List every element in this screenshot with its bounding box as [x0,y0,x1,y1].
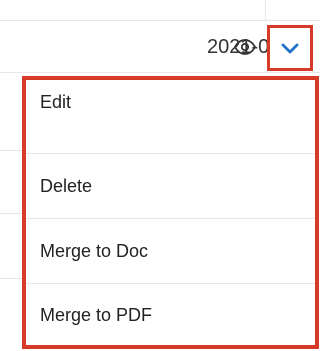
actions-dropdown-button[interactable] [267,25,313,71]
eye-icon [234,39,256,55]
table-row-divider [0,213,22,214]
table-row-divider [0,150,22,151]
menu-item-delete[interactable]: Delete [26,154,315,218]
chevron-down-icon [281,43,299,54]
menu-item-edit[interactable]: Edit [26,80,315,140]
preview-button[interactable] [228,30,262,64]
table-row-divider [0,278,22,279]
record-row: 2021-08-1 [0,0,320,76]
menu-item-merge-to-doc[interactable]: Merge to Doc [26,219,315,283]
record-row-actions-view: 2021-08-1 Edit Delete Merge to Doc Merge… [0,0,320,351]
menu-item-merge-to-pdf[interactable]: Merge to PDF [26,284,315,346]
actions-dropdown-menu: Edit Delete Merge to Doc Merge to PDF [22,76,319,349]
